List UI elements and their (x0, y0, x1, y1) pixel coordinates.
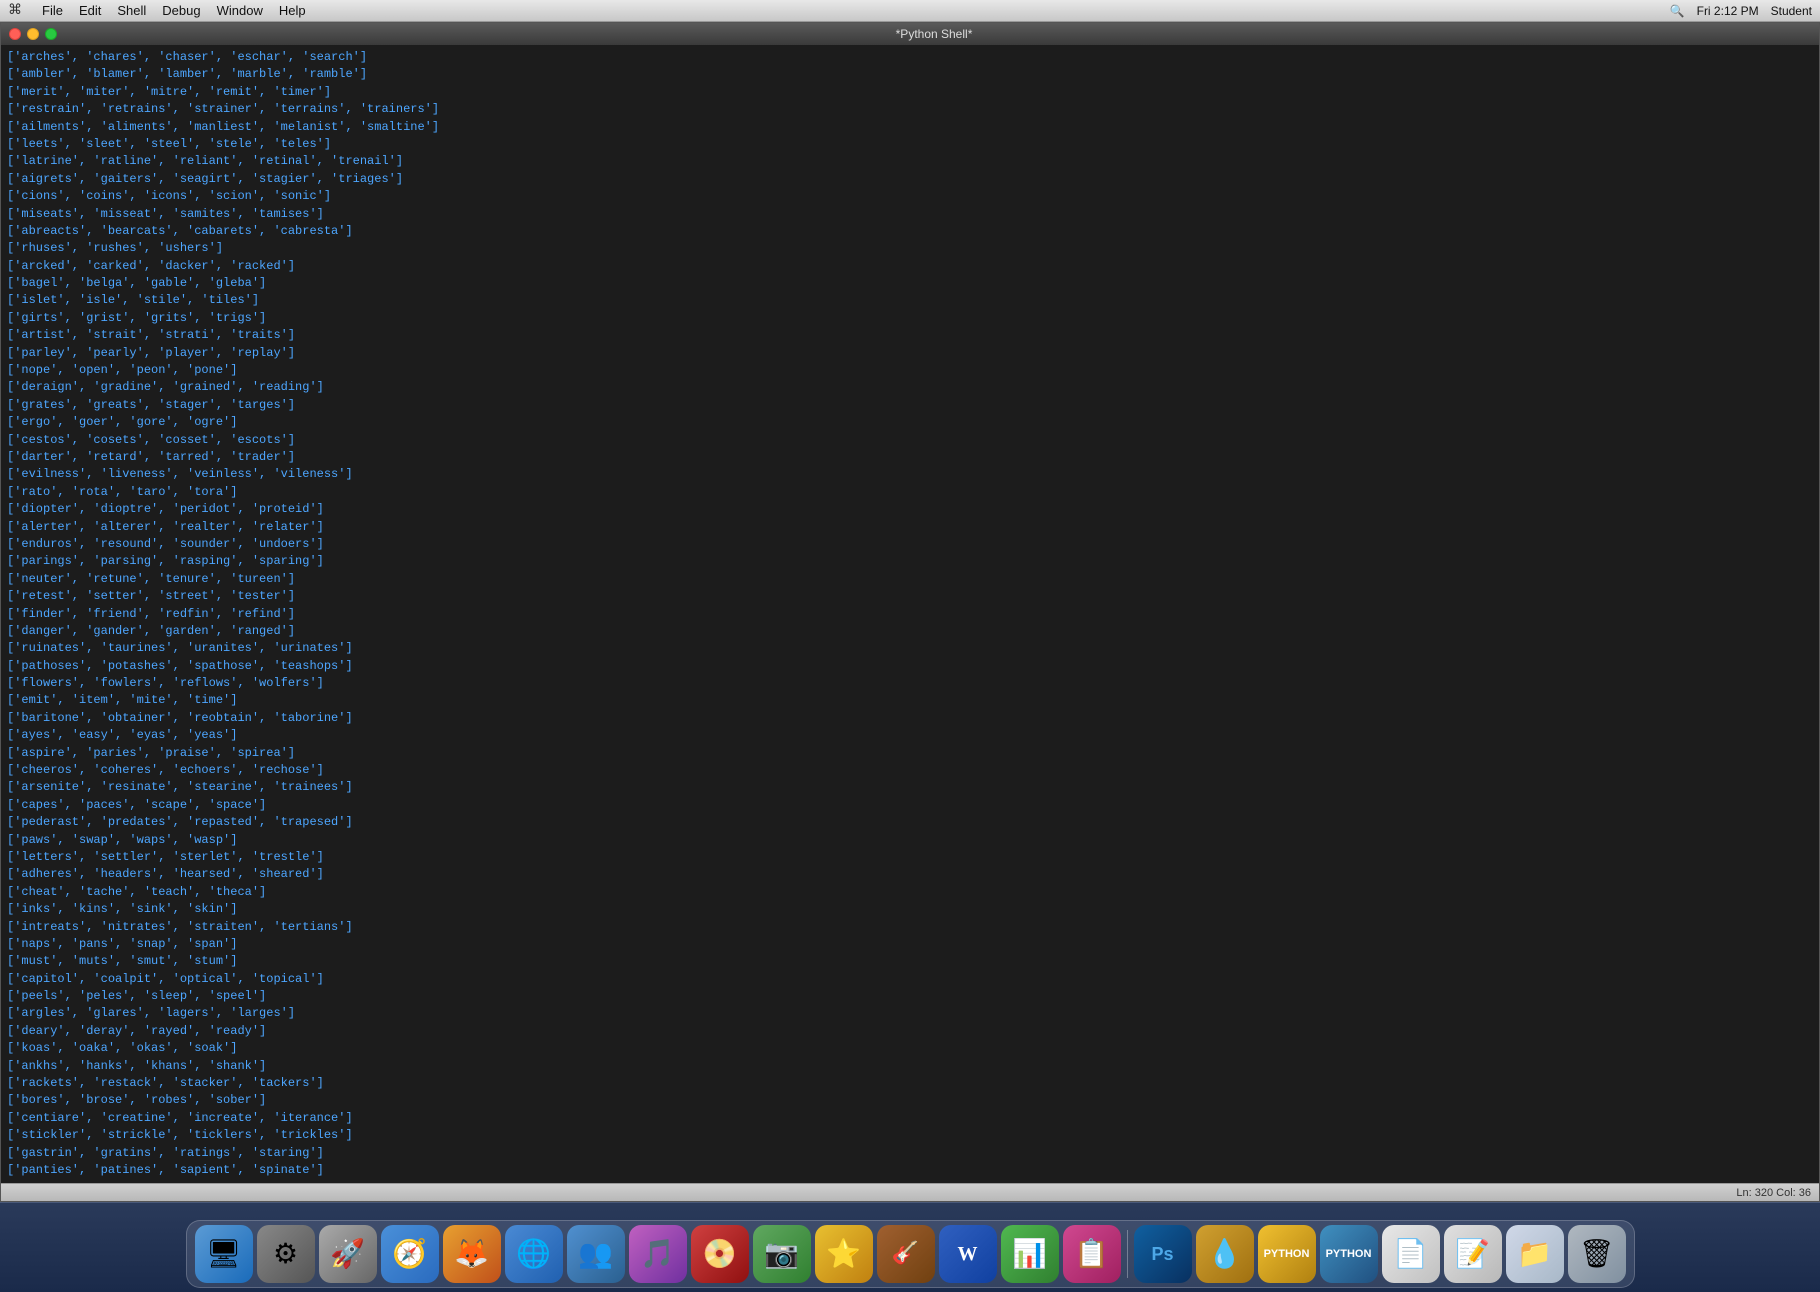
minimize-button[interactable] (27, 28, 39, 40)
maximize-button[interactable] (45, 28, 57, 40)
dock-item-iphoto[interactable]: 📷 (753, 1225, 811, 1283)
status-bar: Ln: 320 Col: 36 (1, 1183, 1819, 1201)
dock-item-syspref[interactable]: ⚙ (257, 1225, 315, 1283)
dock-separator (1127, 1230, 1128, 1278)
menu-time: Fri 2:12 PM (1697, 4, 1759, 18)
menu-debug[interactable]: Window (217, 3, 263, 18)
shell-output: ['arches', 'chares', 'chaser', 'eschar',… (7, 49, 1813, 1179)
dock-item-people[interactable]: 👥 (567, 1225, 625, 1283)
menu-window[interactable]: Help (279, 3, 306, 18)
dock-item-finder[interactable]: 🖥 (195, 1225, 253, 1283)
menu-user: Student (1771, 4, 1812, 18)
dock-item-word[interactable]: W (939, 1225, 997, 1283)
dock-item-omni[interactable]: 📋 (1063, 1225, 1121, 1283)
window-title: *Python Shell* (57, 27, 1811, 41)
dock-item-photoshop[interactable]: Ps (1134, 1225, 1192, 1283)
python-shell-window: *Python Shell* ['arches', 'chares', 'cha… (0, 22, 1820, 1202)
dock-item-green[interactable]: 📊 (1001, 1225, 1059, 1283)
dock-item-trash[interactable]: 🗑 (1568, 1225, 1626, 1283)
dock: 🖥 ⚙ 🚀 🧭 🦊 🌐 👥 🎵 📀 📷 ⭐ 🎸 W 📊 📋 Ps 💧 PYTHO… (186, 1220, 1635, 1288)
apple-menu[interactable]: ⌘ (8, 2, 22, 19)
close-button[interactable] (9, 28, 21, 40)
dock-item-gold[interactable]: 💧 (1196, 1225, 1254, 1283)
dock-item-finder2[interactable]: 📁 (1506, 1225, 1564, 1283)
dock-container: 🖥 ⚙ 🚀 🧭 🦊 🌐 👥 🎵 📀 📷 ⭐ 🎸 W 📊 📋 Ps 💧 PYTHO… (0, 1202, 1820, 1292)
dock-item-text[interactable]: 📝 (1444, 1225, 1502, 1283)
traffic-lights (9, 28, 57, 40)
dock-item-guitar[interactable]: 🎸 (877, 1225, 935, 1283)
cursor-position: Ln: 320 Col: 36 (1736, 1187, 1811, 1199)
dock-item-docs[interactable]: 📄 (1382, 1225, 1440, 1283)
dock-item-safari[interactable]: 🧭 (381, 1225, 439, 1283)
menu-file[interactable]: Edit (79, 3, 101, 18)
dock-item-network[interactable]: 🌐 (505, 1225, 563, 1283)
dock-item-itunes[interactable]: 🎵 (629, 1225, 687, 1283)
dock-item-firefox[interactable]: 🦊 (443, 1225, 501, 1283)
shell-content[interactable]: ['arches', 'chares', 'chaser', 'eschar',… (1, 45, 1819, 1183)
dock-item-garageband[interactable]: ⭐ (815, 1225, 873, 1283)
search-icon[interactable]: 🔍 (1670, 4, 1685, 18)
menu-shell[interactable]: Debug (162, 3, 200, 18)
menu-edit[interactable]: Shell (117, 3, 146, 18)
menu-bar: ⌘ File Edit Shell Debug Window Help 🔍 Fr… (0, 0, 1820, 22)
title-bar: *Python Shell* (1, 23, 1819, 45)
dock-item-python[interactable]: PYTHON (1258, 1225, 1316, 1283)
menu-bar-left: ⌘ File Edit Shell Debug Window Help (8, 2, 322, 19)
menu-bar-right: 🔍 Fri 2:12 PM Student (1670, 4, 1812, 18)
menu-idle[interactable]: File (42, 3, 63, 18)
dock-item-python2[interactable]: PYTHON (1320, 1225, 1378, 1283)
dock-item-rocket[interactable]: 🚀 (319, 1225, 377, 1283)
dock-item-dvd[interactable]: 📀 (691, 1225, 749, 1283)
